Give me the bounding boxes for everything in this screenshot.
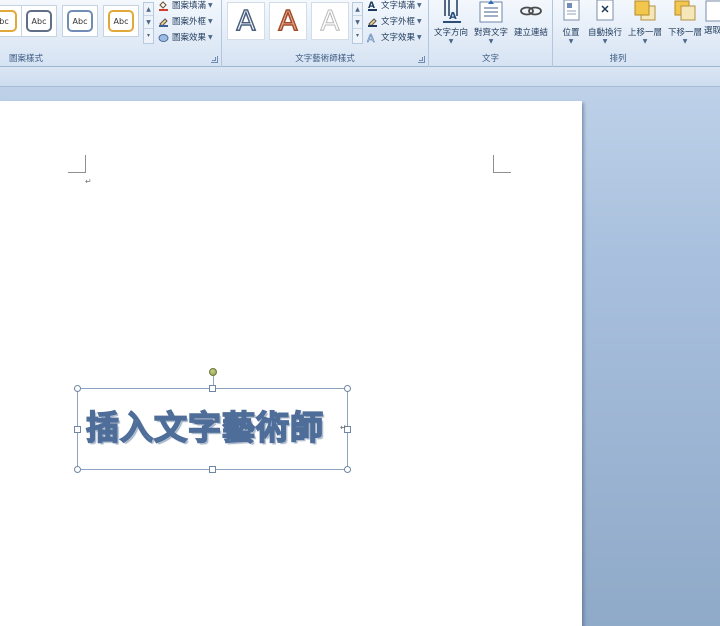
text-outline-icon [367, 16, 378, 27]
align-text-button[interactable]: 對齊文字 ▼ [471, 0, 511, 52]
wrap-text-button[interactable]: 自動換行 ▼ [587, 0, 623, 52]
shape-styles-label: 圖案樣式 [9, 54, 44, 64]
shape-style-thumb-4[interactable]: Abc [103, 5, 139, 37]
text-direction-button[interactable]: A 文字方向 ▼ [432, 0, 470, 52]
shape-style-preview: Abc [67, 10, 93, 32]
shape-fill-button[interactable]: 圖案填滿 ▼ [158, 0, 213, 12]
text-effects-button[interactable]: A 文字效果 ▼ [367, 30, 422, 45]
resize-handle-top-right[interactable] [344, 385, 351, 392]
arrange-group: 位置 ▼ 自動換行 ▼ 上移一層 ▼ 下移一層 ▼ 選取 排列 [553, 0, 720, 67]
paint-bucket-icon [158, 0, 169, 11]
dropdown-arrow-icon: ▼ [208, 33, 213, 41]
shape-style-thumb-3[interactable]: Abc [62, 5, 98, 37]
svg-text:A: A [449, 11, 457, 22]
paragraph-mark: ↵ [85, 177, 92, 186]
shape-style-preview: Abc [108, 10, 134, 32]
dropdown-arrow-icon: ▼ [488, 38, 494, 45]
wrap-text-icon [592, 0, 618, 24]
wordart-styles-group: A A A ▲ ▼ ▾ A 文字填滿 ▼ 文字外框 ▼ A 文字效果 ▼ 文字藝… [222, 0, 429, 67]
send-backward-button[interactable]: 下移一層 ▼ [665, 0, 705, 52]
shape-style-preview: bc [0, 10, 17, 32]
shape-effects-icon [158, 32, 169, 43]
dropdown-arrow-icon: ▼ [602, 38, 608, 45]
svg-text:A: A [367, 32, 375, 43]
selection-pane-button[interactable]: 選取 [704, 0, 720, 52]
text-fill-button[interactable]: A 文字填滿 ▼ [367, 0, 422, 12]
rotate-handle[interactable] [209, 368, 217, 376]
margin-corner-mark [493, 155, 511, 173]
ruler-strip [0, 67, 720, 87]
dialog-launcher-icon[interactable] [211, 56, 218, 63]
resize-handle-bottom-left[interactable] [74, 466, 81, 473]
wordart-style-3[interactable]: A [311, 2, 349, 40]
gallery-more-icon[interactable]: ▾ [144, 29, 153, 42]
scroll-up-icon[interactable]: ▲ [353, 3, 362, 16]
dropdown-arrow-icon: ▼ [208, 1, 213, 9]
document-page[interactable]: ↵ 插入文字藝術師 ↵ [0, 101, 582, 626]
resize-handle-bottom-right[interactable] [344, 466, 351, 473]
resize-handle-bottom[interactable] [209, 466, 216, 473]
send-backward-icon [672, 0, 698, 24]
shape-styles-group: bc Abc Abc Abc ▲ ▼ ▾ 圖案填滿 ▼ 圖案外框 ▼ 圖案效果 … [0, 0, 222, 67]
dropdown-arrow-icon: ▼ [448, 38, 454, 45]
wordart-gallery-scroll[interactable]: ▲ ▼ ▾ [352, 2, 363, 44]
shape-outline-button[interactable]: 圖案外框 ▼ [158, 14, 213, 28]
dropdown-arrow-icon: ▼ [682, 38, 688, 45]
bring-forward-icon [632, 0, 658, 24]
ribbon: bc Abc Abc Abc ▲ ▼ ▾ 圖案填滿 ▼ 圖案外框 ▼ 圖案效果 … [0, 0, 720, 67]
dropdown-arrow-icon: ▼ [417, 33, 422, 41]
wordart-selection-box[interactable]: 插入文字藝術師 ↵ [74, 368, 351, 473]
pen-outline-icon [158, 16, 169, 27]
scroll-up-icon[interactable]: ▲ [144, 3, 153, 16]
scroll-down-icon[interactable]: ▼ [144, 16, 153, 29]
scroll-down-icon[interactable]: ▼ [353, 16, 362, 29]
selection-pane-icon [704, 0, 720, 24]
resize-handle-top[interactable] [209, 385, 216, 392]
bring-forward-button[interactable]: 上移一層 ▼ [625, 0, 665, 52]
position-button[interactable]: 位置 ▼ [557, 0, 585, 52]
wordart-style-2[interactable]: A [269, 2, 307, 40]
dropdown-arrow-icon: ▼ [417, 17, 422, 25]
align-text-icon [478, 0, 504, 24]
dropdown-arrow-icon: ▼ [417, 1, 422, 9]
dropdown-arrow-icon: ▼ [568, 38, 574, 45]
resize-handle-left[interactable] [74, 426, 81, 433]
text-fill-icon: A [367, 0, 378, 11]
text-group: A 文字方向 ▼ 對齊文字 ▼ 建立連結 文字 [429, 0, 553, 67]
wordart-styles-label: 文字藝術師樣式 [295, 54, 355, 64]
paragraph-mark: ↵ [340, 423, 347, 432]
shape-style-thumb-1[interactable]: bc [0, 5, 22, 37]
dropdown-arrow-icon: ▼ [208, 17, 213, 25]
create-link-button[interactable]: 建立連結 [512, 0, 550, 52]
text-effects-icon: A [367, 31, 378, 45]
position-icon [558, 0, 584, 24]
dropdown-arrow-icon: ▼ [642, 38, 648, 45]
text-direction-icon: A [438, 0, 464, 24]
gallery-more-icon[interactable]: ▾ [353, 29, 362, 42]
margin-corner-mark [68, 155, 86, 173]
shape-style-preview: Abc [26, 10, 52, 32]
shape-style-thumb-2[interactable]: Abc [21, 5, 57, 37]
shape-styles-gallery-scroll[interactable]: ▲ ▼ ▾ [143, 2, 154, 44]
shape-effects-button[interactable]: 圖案效果 ▼ [158, 30, 213, 44]
wordart-style-1[interactable]: A [227, 2, 265, 40]
wordart-text[interactable]: 插入文字藝術師 [85, 398, 344, 458]
text-group-label: 文字 [481, 54, 499, 64]
text-outline-button[interactable]: 文字外框 ▼ [367, 14, 422, 28]
dialog-launcher-icon[interactable] [418, 56, 425, 63]
arrange-group-label: 排列 [609, 54, 627, 64]
resize-handle-top-left[interactable] [74, 385, 81, 392]
chain-link-icon [518, 0, 544, 24]
